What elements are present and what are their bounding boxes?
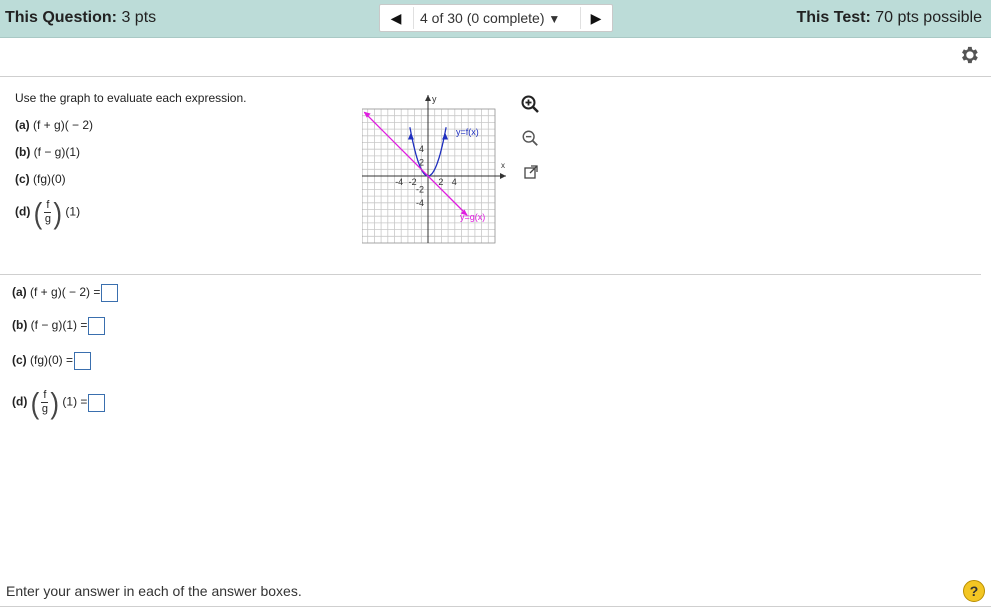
g-label: y=g(x) bbox=[460, 212, 485, 222]
previous-question-button[interactable]: ◀ bbox=[380, 5, 412, 31]
right-paren: ) bbox=[50, 385, 60, 420]
question-points: This Question: 3 pts bbox=[5, 9, 156, 27]
help-button[interactable]: ? bbox=[963, 580, 985, 602]
zoom-in-icon bbox=[521, 95, 539, 113]
divider bbox=[0, 274, 981, 275]
fraction-expression: ( fg ) bbox=[33, 195, 63, 230]
item-label: (b) bbox=[15, 145, 31, 159]
question-select[interactable]: 4 of 30 (0 complete) ▼ bbox=[420, 10, 560, 26]
x-axis-label: x bbox=[501, 161, 505, 170]
divider bbox=[0, 76, 991, 77]
item-label: (c) bbox=[15, 172, 30, 186]
right-paren: ) bbox=[53, 195, 63, 230]
zoom-out-icon bbox=[522, 130, 538, 146]
chevron-down-icon: ▼ bbox=[548, 12, 561, 26]
answer-expression: (f + g)( − 2) = bbox=[30, 285, 101, 300]
left-paren: ( bbox=[30, 385, 40, 420]
external-link-icon bbox=[524, 165, 538, 179]
question-item-b: (b) (f − g)(1) bbox=[15, 145, 80, 159]
top-bar: This Question: 3 pts ◀ 4 of 30 (0 comple… bbox=[0, 0, 991, 38]
x-axis-arrow bbox=[500, 173, 506, 179]
fraction-numerator: f bbox=[44, 199, 52, 213]
question-select-value: 4 of 30 (0 complete) bbox=[420, 10, 545, 26]
f-label: y=f(x) bbox=[456, 127, 479, 137]
answer-label: (b) bbox=[12, 318, 28, 333]
help-icon: ? bbox=[969, 583, 979, 599]
test-points-value: 70 pts possible bbox=[875, 9, 982, 26]
fraction-expression: ( fg ) bbox=[30, 385, 60, 420]
gear-icon[interactable] bbox=[958, 44, 980, 66]
answer-expression: (f − g)(1) = bbox=[30, 318, 88, 333]
question-points-value: 3 pts bbox=[121, 9, 157, 26]
answer-input-b[interactable] bbox=[88, 317, 106, 335]
y-tick-label: -2 bbox=[416, 184, 424, 194]
question-item-d: (d) ( fg ) (1) bbox=[15, 195, 81, 230]
answer-label: (a) bbox=[12, 285, 27, 300]
next-question-button[interactable]: ▶ bbox=[580, 5, 612, 31]
answer-label: (d) bbox=[12, 394, 28, 409]
y-tick-label: 4 bbox=[419, 144, 424, 154]
footer-instruction: Enter your answer in each of the answer … bbox=[6, 583, 302, 599]
answer-row-c: (c) (fg)(0) = bbox=[12, 352, 92, 370]
function-graph[interactable]: -4 -2 2 442-2-4 y=f(x) y=g(x) y x bbox=[362, 91, 512, 246]
question-prompt: Use the graph to evaluate each expressio… bbox=[15, 91, 247, 105]
left-paren: ( bbox=[33, 195, 43, 230]
item-argument: (1) bbox=[65, 204, 81, 219]
answer-expression: (1) = bbox=[62, 394, 88, 409]
item-expression: (f − g)(1) bbox=[33, 145, 81, 159]
answer-input-c[interactable] bbox=[74, 352, 92, 370]
x-tick-label: -4 bbox=[395, 177, 403, 187]
answer-row-a: (a) (f + g)( − 2) = bbox=[12, 284, 119, 302]
question-points-label: This Question: bbox=[5, 9, 117, 26]
y-axis-label: y bbox=[432, 94, 437, 104]
fraction-numerator: f bbox=[41, 389, 49, 403]
question-item-c: (c) (fg)(0) bbox=[15, 172, 66, 186]
item-expression: (f + g)( − 2) bbox=[33, 118, 94, 132]
answer-label: (c) bbox=[12, 353, 27, 368]
answer-expression: (fg)(0) = bbox=[30, 353, 74, 368]
test-points: This Test: 70 pts possible bbox=[796, 9, 982, 27]
question-item-a: (a) (f + g)( − 2) bbox=[15, 118, 93, 132]
item-label: (a) bbox=[15, 118, 30, 132]
answer-input-a[interactable] bbox=[101, 284, 119, 302]
nav-divider bbox=[413, 7, 414, 29]
y-tick-label: -4 bbox=[416, 198, 424, 208]
answer-input-d[interactable] bbox=[88, 393, 106, 412]
zoom-in-button[interactable] bbox=[518, 92, 542, 116]
bottom-divider bbox=[0, 606, 991, 607]
x-tick-label: 2 bbox=[438, 177, 443, 187]
test-points-label: This Test: bbox=[796, 9, 871, 26]
item-label: (d) bbox=[15, 204, 31, 219]
fraction: fg bbox=[44, 199, 52, 226]
y-axis-arrow bbox=[425, 95, 431, 101]
answer-row-b: (b) (f − g)(1) = bbox=[12, 317, 106, 335]
question-navigator: ◀ 4 of 30 (0 complete) ▼ ▶ bbox=[379, 4, 613, 32]
x-tick-label: 4 bbox=[452, 177, 457, 187]
fraction-denominator: g bbox=[41, 403, 48, 415]
fraction-denominator: g bbox=[44, 213, 51, 225]
popout-button[interactable] bbox=[519, 160, 543, 184]
answer-row-d: (d) ( fg ) (1) = bbox=[12, 385, 106, 420]
fraction: fg bbox=[41, 389, 49, 416]
zoom-out-button[interactable] bbox=[518, 126, 542, 150]
item-expression: (fg)(0) bbox=[33, 172, 66, 186]
